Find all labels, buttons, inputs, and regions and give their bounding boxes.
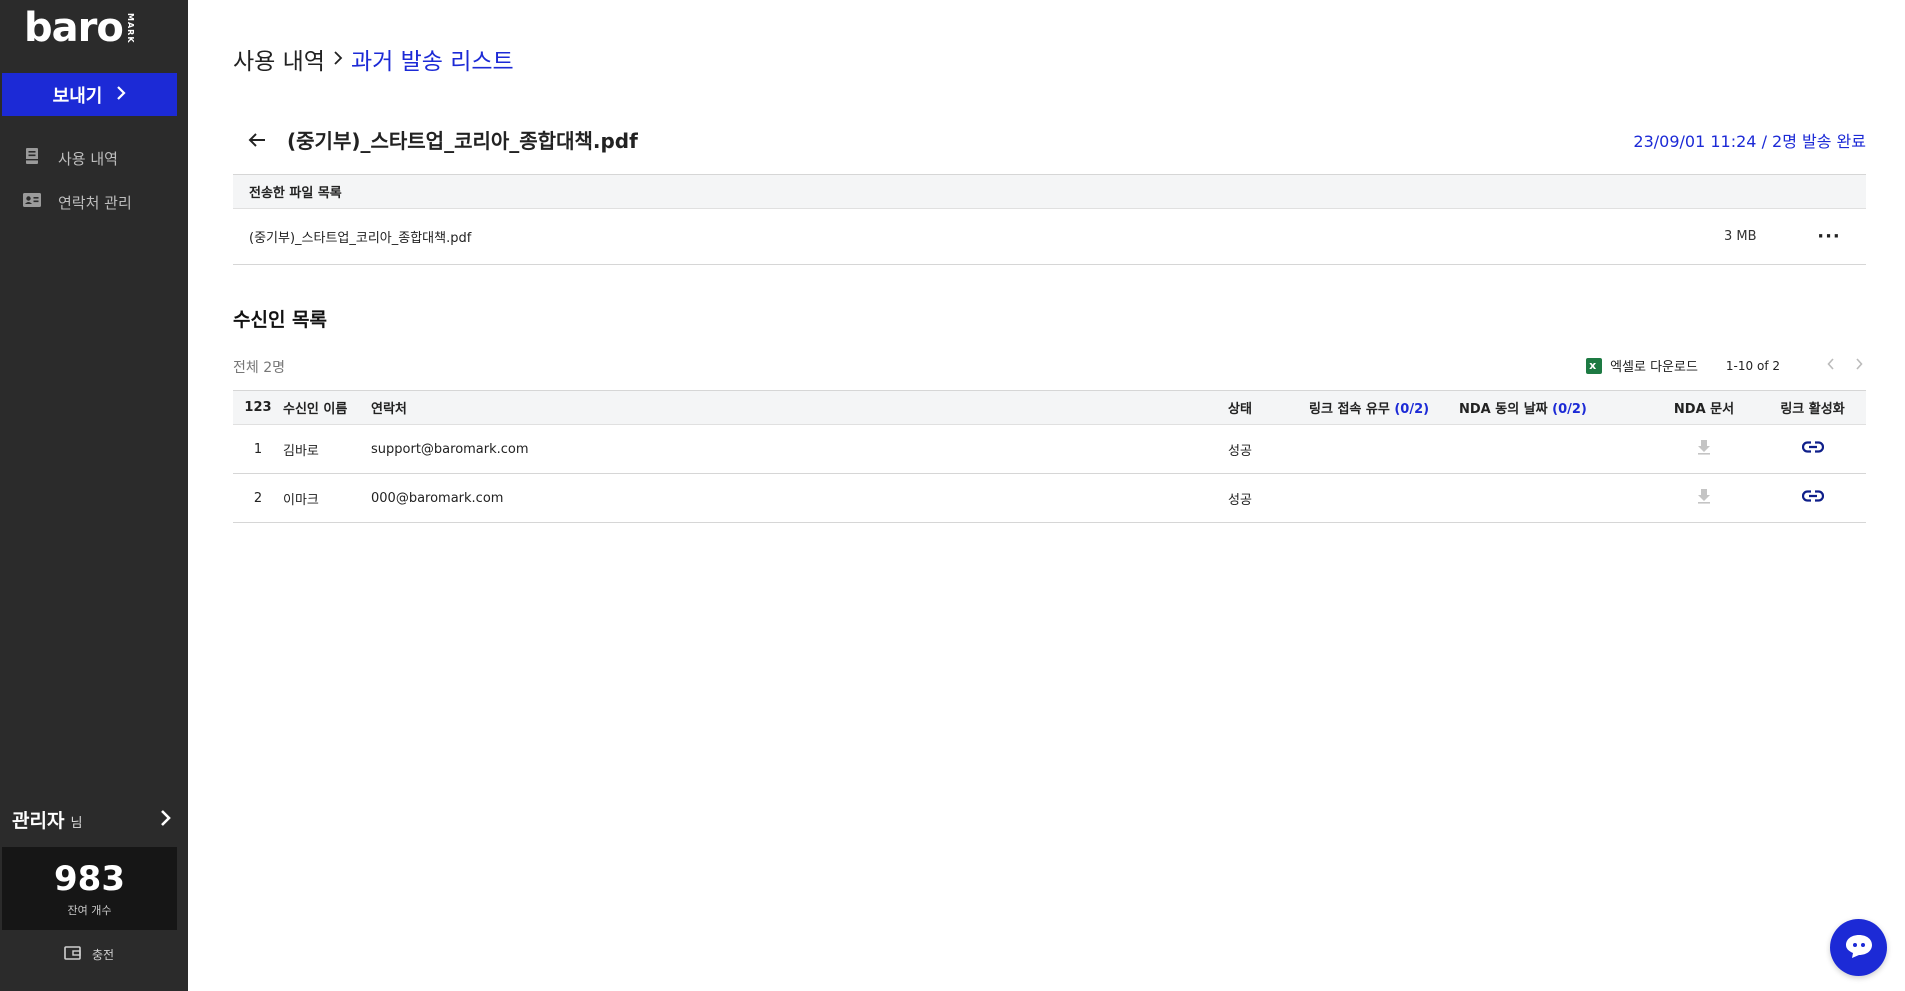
chevron-right-icon [160,808,172,832]
file-size: 3 MB [1724,229,1757,244]
send-button[interactable]: 보내기 [2,73,177,116]
link-access-cell [1269,424,1449,474]
recipients-table: 123 수신인 이름 연락처 상태 링크 접속 유무 (0/2) NDA 동의 … [233,390,1866,523]
col-header-nda-date-label: NDA 동의 날짜 [1459,402,1548,417]
chat-support-button[interactable] [1830,919,1887,976]
col-header-name[interactable]: 수신인 이름 [283,390,371,425]
admin-suffix: 님 [70,816,83,831]
recipient-contact: 000@baromark.com [371,473,1211,523]
table-header-row: 123 수신인 이름 연락처 상태 링크 접속 유무 (0/2) NDA 동의 … [233,390,1866,425]
recipient-name: 이마크 [283,473,371,523]
table-row: 2 이마크 000@baromark.com 성공 [233,473,1866,523]
chevron-right-icon [116,85,126,104]
sidebar-item-label: 사용 내역 [58,149,118,168]
excel-download-button[interactable]: 엑셀로 다운로드 [1586,356,1698,375]
credit-label: 잔여 개수 [67,904,112,917]
col-header-link-access-label: 링크 접속 유무 [1309,402,1390,417]
excel-download-label: 엑셀로 다운로드 [1610,360,1698,375]
link-access-count: (0/2) [1394,402,1430,417]
row-num: 1 [233,424,283,474]
back-arrow-icon[interactable] [239,127,275,153]
recipient-name: 김바로 [283,424,371,474]
chevron-right-icon [333,47,343,71]
admin-profile-link[interactable]: 관리자 님 [12,806,172,833]
send-button-label: 보내기 [52,85,103,107]
nda-date-cell [1449,424,1649,474]
nda-doc-cell [1649,473,1759,523]
next-page-icon[interactable] [1852,357,1866,374]
col-header-nda-date[interactable]: NDA 동의 날짜 (0/2) [1449,390,1649,425]
breadcrumb: 사용 내역 과거 발송 리스트 [233,42,514,76]
row-num: 2 [233,473,283,523]
credit-count: 983 [54,859,125,899]
col-header-link-activate[interactable]: 링크 활성화 [1759,390,1866,425]
sidebar: baro MARK 보내기 사용 내역 연락처 관리 관리자 님 983 잔여 개… [0,0,188,991]
charge-button[interactable]: 충전 [0,945,178,964]
nda-doc-cell [1649,424,1759,474]
link-activate-cell [1759,424,1866,474]
more-options-icon[interactable]: ··· [1804,226,1854,247]
sent-files-table: 전송한 파일 목록 (중기부)_스타트업_코리아_종합대책.pdf 3 MB ·… [233,174,1866,265]
link-icon[interactable] [1801,441,1824,457]
col-header-link-access[interactable]: 링크 접속 유무 (0/2) [1269,390,1449,425]
sidebar-item-contacts[interactable]: 연락처 관리 [22,190,132,214]
sent-files-header: 전송한 파일 목록 [233,175,1866,209]
recipients-toolbar: 엑셀로 다운로드 1-10 of 2 [1586,356,1866,375]
page-range: 1-10 of 2 [1725,358,1780,373]
sidebar-item-usage-history[interactable]: 사용 내역 [22,146,118,170]
col-header-nda-doc[interactable]: NDA 문서 [1649,390,1759,425]
nda-date-cell [1449,473,1649,523]
link-activate-cell [1759,473,1866,523]
status-badge: 성공 [1211,473,1269,523]
file-title: (중기부)_스타트업_코리아_종합대책.pdf [287,129,638,153]
col-header-contact[interactable]: 연락처 [371,390,1211,425]
prev-page-icon[interactable] [1824,357,1838,374]
breadcrumb-current: 과거 발송 리스트 [350,49,514,75]
document-icon [22,146,42,170]
logo-word: baro [24,5,124,51]
file-row: (중기부)_스타트업_코리아_종합대책.pdf 3 MB ··· [233,209,1866,265]
contact-card-icon [22,190,42,214]
chat-icon [1844,933,1874,963]
link-access-cell [1269,473,1449,523]
baromark-logo[interactable]: baro MARK [24,5,135,51]
admin-name: 관리자 [12,810,65,832]
recipient-contact: support@baromark.com [371,424,1211,474]
wallet-icon [64,945,82,964]
excel-icon [1586,357,1603,374]
download-icon[interactable] [1697,488,1711,508]
file-name: (중기부)_스타트업_코리아_종합대책.pdf [249,231,472,246]
sidebar-item-label: 연락처 관리 [58,193,132,212]
logo-sub: MARK [125,13,135,44]
col-header-num[interactable]: 123 [233,390,283,425]
col-header-status[interactable]: 상태 [1211,390,1269,425]
recipients-title: 수신인 목록 [233,309,328,331]
table-row: 1 김바로 support@baromark.com 성공 [233,424,1866,474]
link-icon[interactable] [1801,490,1824,506]
credit-counter: 983 잔여 개수 [2,847,177,930]
download-icon[interactable] [1697,439,1711,459]
send-info: 23/09/01 11:24 / 2명 발송 완료 [1633,131,1866,151]
file-header: (중기부)_스타트업_코리아_종합대책.pdf 23/09/01 11:24 /… [233,125,1866,154]
status-badge: 성공 [1211,424,1269,474]
breadcrumb-root[interactable]: 사용 내역 [233,42,325,76]
recipients-total: 전체 2명 [233,360,285,376]
nda-date-count: (0/2) [1552,402,1587,417]
charge-label: 충전 [91,948,115,962]
